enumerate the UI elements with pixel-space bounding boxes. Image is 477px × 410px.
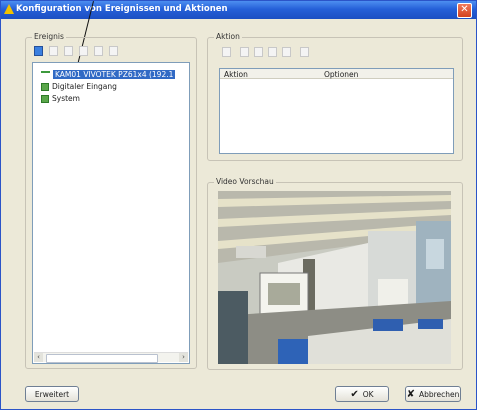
aktion-group: Aktion Aktion Optionen [207, 32, 463, 161]
title-bar: Konfiguration von Ereignissen und Aktion… [1, 1, 476, 19]
tree-item-digital-input[interactable]: Digitaler Eingang [41, 81, 117, 92]
video-frame [218, 191, 451, 364]
copy-action-icon[interactable] [240, 47, 249, 57]
column-aktion[interactable]: Aktion [224, 70, 248, 79]
aktion-toolbar [222, 47, 309, 57]
tree-item-label: Digitaler Eingang [52, 82, 117, 91]
erweitert-button[interactable]: Erweitert [25, 386, 79, 402]
tree-scrollbar[interactable]: ‹ › [34, 352, 188, 363]
column-optionen[interactable]: Optionen [324, 70, 358, 79]
system-node-icon [41, 94, 49, 103]
abbrechen-button[interactable]: ✘ Abbrechen [405, 386, 461, 402]
tree-item-system[interactable]: System [41, 93, 80, 104]
copy-event-icon[interactable] [49, 46, 58, 56]
new-event-icon[interactable] [34, 46, 43, 56]
action-table: Aktion Optionen [219, 68, 454, 154]
ok-button[interactable]: ✔ OK [335, 386, 389, 402]
delete-event-icon[interactable] [109, 46, 118, 56]
scroll-left-icon[interactable]: ‹ [34, 353, 43, 362]
video-preview [218, 191, 451, 364]
scroll-thumb[interactable] [46, 354, 158, 363]
ereignis-toolbar [34, 46, 118, 56]
window-title: Konfiguration von Ereignissen und Aktion… [16, 4, 228, 14]
ok-label: OK [362, 389, 374, 399]
tree-item-camera[interactable]: KAM01 VIVOTEK PZ61x4 (192.1 [41, 69, 176, 80]
cancel-x-icon: ✘ [406, 388, 415, 400]
new-action-icon[interactable] [222, 47, 231, 57]
scroll-right-icon[interactable]: › [179, 353, 188, 362]
checkmark-icon: ✔ [350, 388, 359, 400]
video-group: Video Vorschau [207, 177, 463, 370]
erweitert-label: Erweitert [34, 389, 70, 399]
delete-action-icon[interactable] [300, 47, 309, 57]
action-table-header: Aktion Optionen [220, 69, 453, 79]
paste-event-icon[interactable] [79, 46, 88, 56]
properties-action-icon[interactable] [282, 47, 291, 57]
config-dialog: Konfiguration von Ereignissen und Aktion… [0, 0, 477, 410]
aktion-label: Aktion [214, 32, 242, 41]
close-button[interactable]: ✕ [457, 3, 472, 18]
tree-item-label: KAM01 VIVOTEK PZ61x4 (192.1 [53, 70, 176, 79]
ereignis-label: Ereignis [32, 32, 66, 41]
paste-action-icon[interactable] [268, 47, 277, 57]
properties-event-icon[interactable] [94, 46, 103, 56]
input-node-icon [41, 82, 49, 91]
video-label: Video Vorschau [214, 177, 276, 186]
abbrechen-label: Abbrechen [418, 389, 460, 399]
ereignis-group: Ereignis KAM01 VIVOTEK PZ61x4 (192.1 Dig… [25, 32, 197, 369]
tree-item-label: System [52, 94, 80, 103]
edit-event-icon[interactable] [64, 46, 73, 56]
event-tree: KAM01 VIVOTEK PZ61x4 (192.1 Digitaler Ei… [32, 62, 190, 364]
warning-icon [4, 4, 14, 14]
camera-icon [41, 71, 50, 78]
edit-action-icon[interactable] [254, 47, 263, 57]
